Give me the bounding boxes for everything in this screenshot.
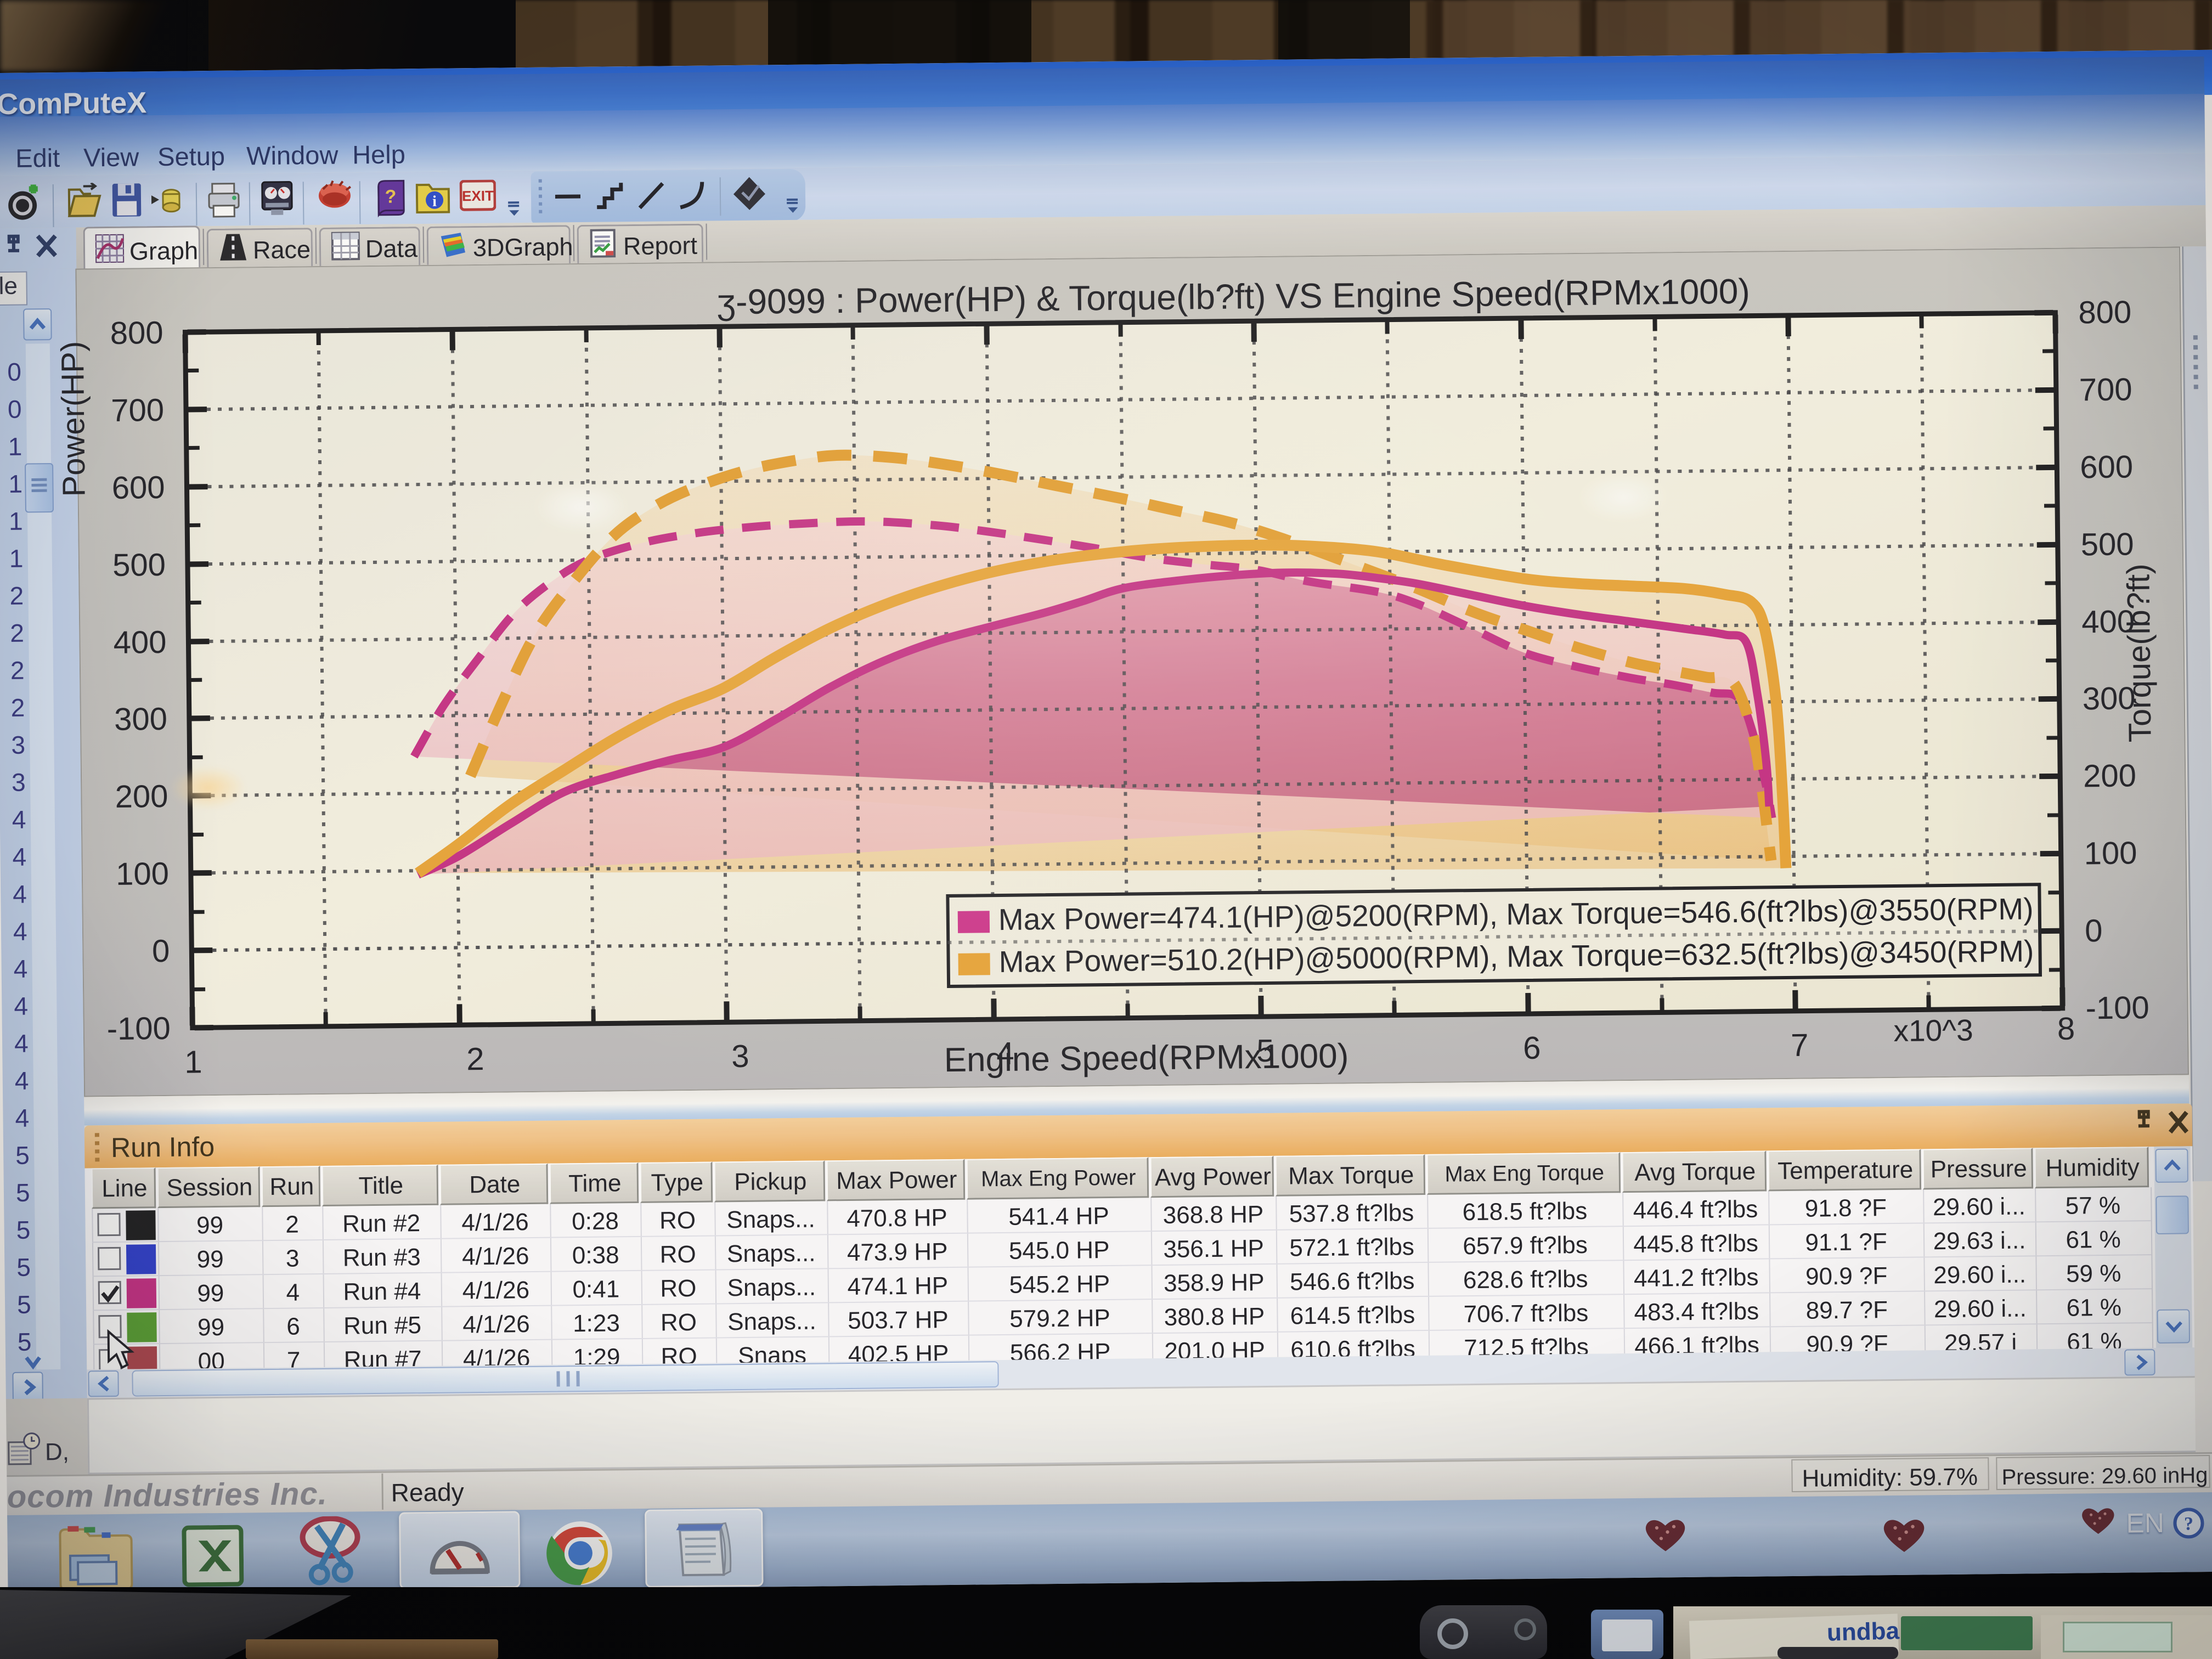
svg-text:1: 1 xyxy=(184,1044,202,1080)
svg-text:x10^3: x10^3 xyxy=(1893,1013,1973,1048)
svg-text:600: 600 xyxy=(111,470,165,506)
svg-text:i: i xyxy=(432,193,437,210)
svg-text:200: 200 xyxy=(2083,758,2136,794)
svg-text:0: 0 xyxy=(2085,913,2103,949)
svg-text:500: 500 xyxy=(2080,526,2134,562)
svg-text:700: 700 xyxy=(2079,371,2132,408)
svg-text:0: 0 xyxy=(152,933,170,969)
svg-text:400: 400 xyxy=(113,624,166,661)
svg-text:2: 2 xyxy=(466,1041,484,1077)
svg-text:200: 200 xyxy=(115,778,168,815)
svg-text:7: 7 xyxy=(1791,1028,1809,1063)
svg-text:-100: -100 xyxy=(2085,990,2149,1026)
svg-text:6: 6 xyxy=(1523,1030,1541,1066)
svg-text:Torque(lb?ft): Torque(lb?ft) xyxy=(2120,563,2158,742)
svg-text:800: 800 xyxy=(2078,294,2131,330)
svg-text:-100: -100 xyxy=(106,1011,171,1047)
svg-text:800: 800 xyxy=(110,315,163,351)
svg-text:3: 3 xyxy=(731,1039,749,1074)
svg-text:100: 100 xyxy=(116,856,169,892)
svg-text:Engine Speed(RPMx1000): Engine Speed(RPMx1000) xyxy=(944,1037,1348,1079)
svg-text:100: 100 xyxy=(2084,835,2137,871)
svg-text:?: ? xyxy=(2184,1514,2193,1534)
svg-text:300: 300 xyxy=(114,701,167,737)
svg-text:?: ? xyxy=(385,186,396,207)
svg-text:600: 600 xyxy=(2080,449,2133,485)
svg-text:700: 700 xyxy=(111,392,164,428)
svg-text:8: 8 xyxy=(2057,1011,2075,1047)
svg-text:500: 500 xyxy=(112,547,166,583)
svg-text:EXIT: EXIT xyxy=(462,188,494,205)
